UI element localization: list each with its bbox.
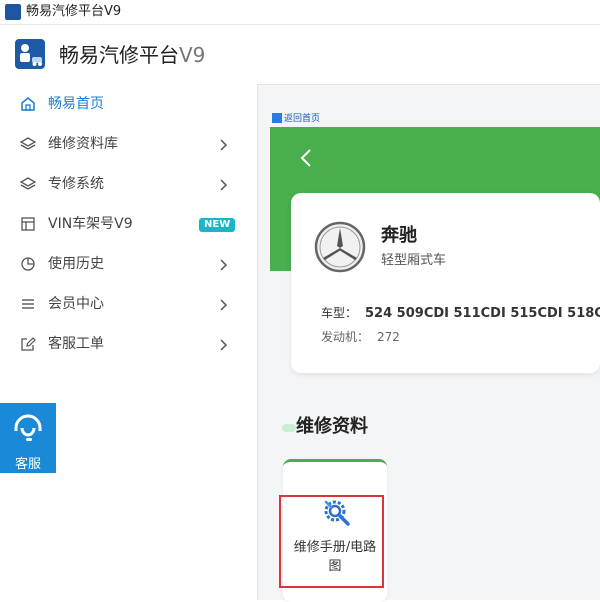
repair-manual-label: 维修手册/电路图 <box>293 540 377 574</box>
model-label: 车型： <box>321 306 358 320</box>
sidebar-item-label: 使用历史 <box>48 256 104 272</box>
chevron-right-icon <box>216 137 230 151</box>
window-title: 畅易汽修平台V9 <box>26 4 122 19</box>
sidebar-item-tickets[interactable]: 客服工单 <box>0 324 250 364</box>
app-version: V9 <box>179 43 206 67</box>
layers-icon <box>19 176 37 192</box>
chevron-right-icon <box>216 257 230 271</box>
back-arrow-icon[interactable] <box>296 146 316 170</box>
sidebar-item-label: 畅易首页 <box>48 96 104 112</box>
home-small-icon <box>272 113 282 123</box>
vehicle-engine-row: 发动机： 272 <box>321 328 400 346</box>
app-title: 畅易汽修平台V9 <box>59 42 205 68</box>
chevron-right-icon <box>216 337 230 351</box>
vehicle-category: 轻型厢式车 <box>381 253 447 268</box>
app-title-text: 畅易汽修平台 <box>59 43 179 67</box>
sidebar-item-label: VIN车架号V9 <box>48 216 133 232</box>
window-titlebar: 畅易汽修平台V9 <box>0 0 600 25</box>
sidebar-item-label: 会员中心 <box>48 296 104 312</box>
table-icon <box>20 216 36 232</box>
home-icon <box>20 96 36 112</box>
clock-icon <box>20 256 36 272</box>
app-logo <box>15 39 45 69</box>
section-title: 维修资料 <box>296 416 368 437</box>
edit-icon <box>20 336 36 352</box>
sidebar-item-home[interactable]: 畅易首页 <box>0 84 250 124</box>
customer-service-label: 客服 <box>14 457 41 472</box>
back-home-link[interactable]: 返回首页 <box>284 113 320 125</box>
new-badge: NEW <box>199 218 236 232</box>
sidebar-item-label: 专修系统 <box>48 176 104 192</box>
sidebar-item-special-repair[interactable]: 专修系统 <box>0 164 250 204</box>
sidebar-item-label: 维修资料库 <box>48 136 118 152</box>
vehicle-brand: 奔驰 <box>381 225 417 246</box>
app-icon <box>5 4 21 20</box>
layers-icon <box>19 136 37 152</box>
sidebar-item-vin[interactable]: VIN车架号V9 NEW <box>0 204 250 244</box>
section-accent <box>282 424 296 432</box>
headset-icon <box>12 413 44 449</box>
chevron-right-icon <box>216 177 230 191</box>
menu-icon <box>20 296 36 312</box>
vehicle-card <box>291 193 600 373</box>
gear-wrench-icon <box>318 497 352 527</box>
sidebar-item-history[interactable]: 使用历史 <box>0 244 250 284</box>
engine-label: 发动机： <box>321 330 370 344</box>
chevron-right-icon <box>216 297 230 311</box>
vehicle-model-row: 车型： 524 509CDI 511CDI 515CDI 518CDI <box>321 304 600 323</box>
mercedes-logo-icon <box>314 221 366 273</box>
sidebar-item-label: 客服工单 <box>48 336 104 352</box>
model-value: 524 509CDI 511CDI 515CDI 518CDI <box>365 306 600 321</box>
engine-value: 272 <box>377 330 400 344</box>
sidebar-item-repair-library[interactable]: 维修资料库 <box>0 124 250 164</box>
customer-service-button[interactable]: 客服 <box>0 403 56 473</box>
sidebar-item-member[interactable]: 会员中心 <box>0 284 250 324</box>
